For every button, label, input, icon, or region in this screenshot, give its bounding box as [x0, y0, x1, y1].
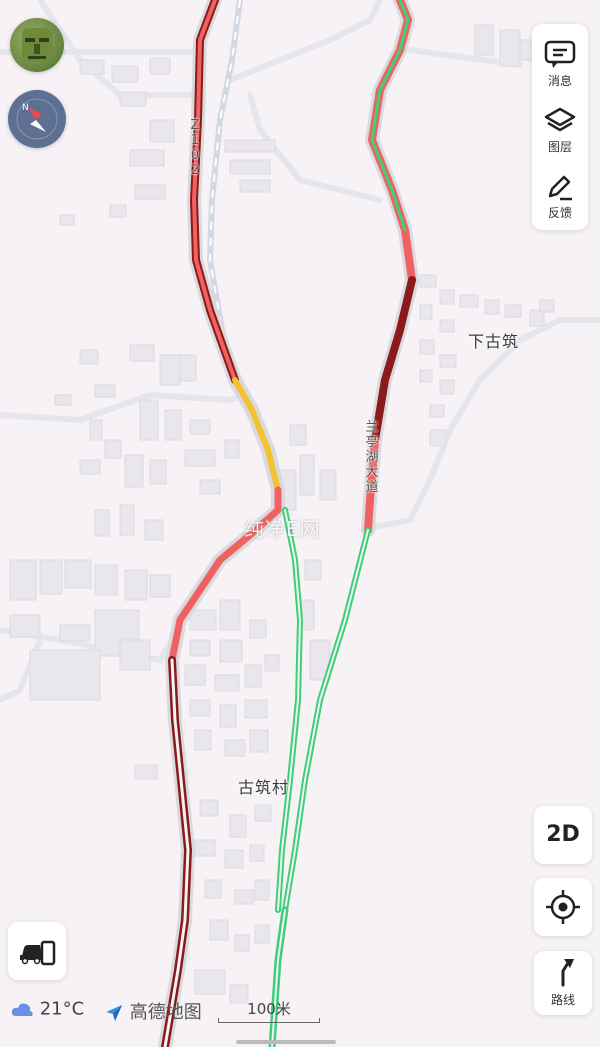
- car-phone-icon: [20, 940, 56, 966]
- place-label-xiaguzhu: 下古筑: [468, 332, 520, 351]
- amap-arrow-icon: [106, 1005, 122, 1021]
- road-label-z102: Z102: [190, 118, 204, 178]
- route-label: 路线: [550, 993, 575, 1007]
- feedback-button[interactable]: 反馈: [532, 162, 588, 224]
- messages-button[interactable]: 消息: [532, 30, 588, 92]
- user-avatar[interactable]: [10, 18, 64, 72]
- road-label-z102-text: Z102: [190, 118, 200, 178]
- locate-button[interactable]: [534, 878, 592, 936]
- scale-line: [218, 1018, 320, 1023]
- locate-crosshair-icon: [546, 890, 580, 924]
- brand-text: 高德地图: [129, 1002, 202, 1023]
- car-connect-button[interactable]: [8, 922, 66, 980]
- place-label-guzhucun: 古筑村: [238, 778, 290, 797]
- bottom-sheet-handle[interactable]: [236, 1040, 336, 1044]
- message-icon: [544, 40, 576, 68]
- svg-text:N: N: [22, 103, 29, 113]
- watermark: 纯净E网: [244, 517, 321, 541]
- view-2d-button[interactable]: 2D: [534, 806, 592, 864]
- feedback-label: 反馈: [547, 206, 572, 220]
- layers-icon: [544, 107, 576, 132]
- cloud-icon: [11, 1003, 33, 1016]
- edit-pencil-icon: [548, 175, 572, 201]
- layers-label: 图层: [547, 140, 572, 154]
- compass-icon: N: [16, 98, 58, 140]
- route-button[interactable]: 路线: [534, 951, 592, 1015]
- layers-button[interactable]: 图层: [532, 96, 588, 158]
- scale-bar: 100米: [218, 998, 320, 1023]
- scale-text: 100米: [247, 1000, 291, 1018]
- route-arrow-icon: [561, 959, 574, 987]
- compass-button[interactable]: N: [8, 90, 66, 148]
- weather-widget[interactable]: 21°C: [10, 998, 84, 1020]
- amap-logo: 高德地图: [104, 998, 202, 1024]
- road-label-lantinghu-text: 兰亭湖大道: [365, 420, 379, 495]
- messages-label: 消息: [547, 74, 572, 88]
- temperature-text: 21°C: [39, 998, 85, 1020]
- road-label-lantinghu: 兰亭湖大道: [365, 420, 379, 495]
- mask-avatar-icon: [22, 28, 52, 62]
- map-tools-panel: 消息 图层 反馈: [532, 24, 588, 230]
